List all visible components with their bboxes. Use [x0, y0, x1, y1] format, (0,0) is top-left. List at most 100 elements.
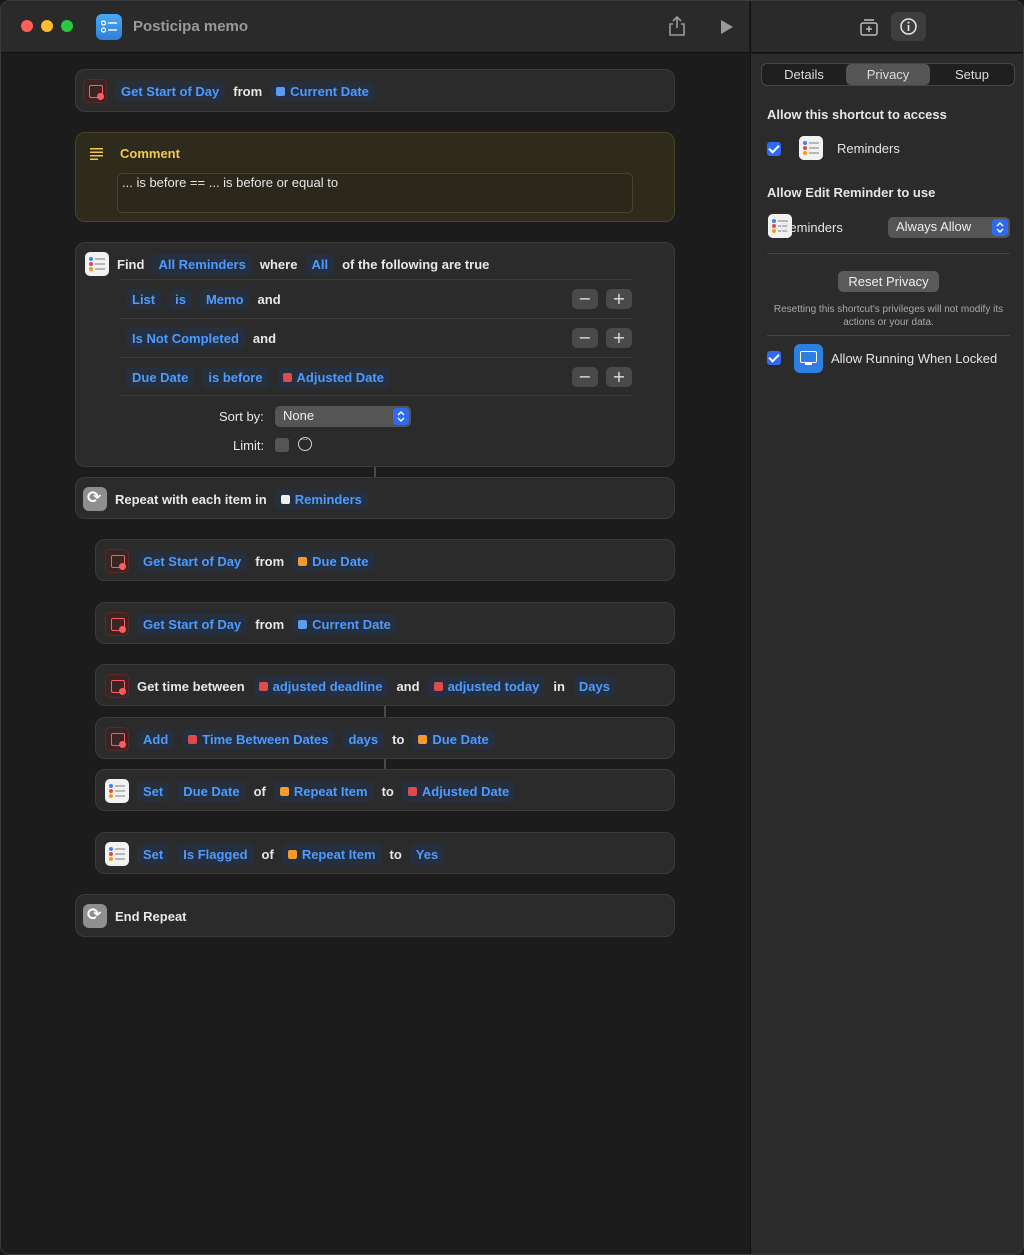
param-all-reminders[interactable]: All Reminders	[152, 253, 252, 275]
param-field[interactable]: Is Flagged	[177, 843, 254, 865]
variable-reminders[interactable]: Reminders	[274, 488, 368, 510]
reminders-icon	[799, 136, 823, 160]
zoom-window-button[interactable]	[61, 20, 73, 32]
inspector-tabs: Details Privacy Setup	[761, 63, 1015, 86]
shortcut-icon[interactable]	[96, 14, 122, 40]
variable-due-date[interactable]: Due Date	[292, 550, 375, 572]
filter-row-1: List is Memo and − +	[120, 279, 632, 318]
param-unit[interactable]: Days	[572, 675, 616, 697]
add-filter-button[interactable]: +	[606, 367, 632, 387]
flow-connector	[384, 706, 386, 717]
action-get-start-of-day[interactable]: Get Start of Day from Current Date	[75, 69, 675, 112]
repeat-item-variable-icon	[418, 734, 428, 744]
param-all[interactable]: All	[305, 253, 335, 275]
filter-operator[interactable]: is	[169, 288, 192, 310]
allow-locked-checkbox[interactable]	[767, 351, 781, 365]
reminders-icon	[105, 842, 129, 866]
variable-due-date[interactable]: Due Date	[412, 728, 495, 750]
calendar-icon	[105, 727, 129, 751]
tab-setup[interactable]: Setup	[930, 64, 1014, 85]
filter-field[interactable]: Due Date	[126, 366, 195, 388]
tab-details[interactable]: Details	[762, 64, 846, 85]
filter-operator[interactable]: is before	[202, 366, 269, 388]
remove-filter-button[interactable]: −	[572, 328, 598, 348]
share-icon[interactable]	[667, 15, 687, 42]
calendar-variable-icon	[298, 619, 308, 629]
limit-label: Limit:	[233, 438, 265, 453]
variable-current-date[interactable]: Current Date	[292, 613, 397, 635]
param-verb[interactable]: Get Start of Day	[115, 80, 226, 102]
remove-filter-button[interactable]: −	[572, 367, 598, 387]
time-between-label: Get time between	[137, 678, 245, 694]
inspector-panel: Details Privacy Setup Allow this shortcu…	[750, 54, 1023, 1254]
label-and: and	[396, 678, 420, 694]
tab-privacy[interactable]: Privacy	[846, 64, 930, 85]
filter-field[interactable]: Is Not Completed	[126, 327, 245, 349]
more-options-icon[interactable]	[298, 434, 312, 451]
action-get-start-of-day[interactable]: Get Start of Day from Current Date	[95, 602, 675, 644]
label-from: from	[233, 83, 263, 99]
param-verb[interactable]: Set	[137, 843, 170, 865]
filter-value[interactable]: Memo	[199, 288, 250, 310]
action-set-reminder-detail[interactable]: Set Is Flagged of Repeat Item to Yes	[95, 832, 675, 874]
end-repeat-label: End Repeat	[115, 908, 187, 924]
variable-repeat-item[interactable]: Repeat Item	[273, 780, 374, 802]
action-add-to-date[interactable]: Add Time Between Dates days to Due Date	[95, 717, 675, 759]
window-title[interactable]: Posticipa memo	[133, 18, 248, 35]
variable-adjusted-date[interactable]: Adjusted Date	[276, 366, 390, 388]
param-verb[interactable]: Add	[137, 728, 175, 750]
calendar-icon	[105, 549, 129, 573]
close-window-button[interactable]	[21, 20, 33, 32]
permission-popup[interactable]: Always Allow	[888, 217, 1010, 238]
action-end-repeat[interactable]: End Repeat	[75, 894, 675, 937]
variable-current-date[interactable]: Current Date	[270, 80, 375, 102]
comment-text[interactable]: ... is before == ... is before or equal …	[122, 175, 338, 190]
remove-filter-button[interactable]: −	[572, 289, 598, 309]
param-verb[interactable]: Set	[137, 780, 170, 802]
variable-label: Adjusted Date	[421, 783, 510, 799]
reminders-icon	[85, 252, 109, 276]
variable-adjusted-deadline[interactable]: adjusted deadline	[252, 675, 389, 697]
action-get-start-of-day[interactable]: Get Start of Day from Due Date	[95, 539, 675, 581]
comment-icon	[90, 147, 104, 165]
access-reminders-checkbox[interactable]	[767, 142, 781, 156]
add-filter-button[interactable]: +	[606, 289, 632, 309]
param-unit[interactable]: days	[342, 728, 385, 750]
add-filter-button[interactable]: +	[606, 328, 632, 348]
shortcut-window: Posticipa memo Get Start of Day from Cur…	[0, 0, 1024, 1255]
permission-value: Always Allow	[896, 219, 972, 234]
repeat-item-variable-icon	[279, 786, 289, 796]
calendar-variable-icon	[433, 681, 443, 691]
inspector-toolbar	[750, 1, 1023, 53]
action-library-icon[interactable]	[859, 17, 879, 42]
info-icon	[900, 18, 917, 35]
variable-repeat-item[interactable]: Repeat Item	[281, 843, 382, 865]
label-from: from	[255, 553, 285, 569]
param-value[interactable]: Yes	[409, 843, 445, 865]
action-set-reminder-detail[interactable]: Set Due Date of Repeat Item to Adjusted …	[95, 769, 675, 811]
minimize-window-button[interactable]	[41, 20, 53, 32]
variable-label: Current Date	[290, 83, 369, 99]
action-get-time-between[interactable]: Get time between adjusted deadline and a…	[95, 664, 675, 706]
limit-checkbox[interactable]	[275, 438, 289, 452]
info-button[interactable]	[891, 12, 926, 41]
action-repeat-each[interactable]: Repeat with each item in Reminders	[75, 477, 675, 519]
variable-adjusted-date[interactable]: Adjusted Date	[401, 780, 516, 802]
sort-label: Sort by:	[219, 409, 264, 424]
label-find: Find	[117, 256, 145, 272]
allow-locked-label: Allow Running When Locked	[831, 351, 998, 366]
sort-value: None	[283, 408, 315, 423]
label-from: from	[255, 616, 285, 632]
access-heading: Allow this shortcut to access	[767, 107, 947, 122]
param-verb[interactable]: Get Start of Day	[137, 550, 248, 572]
param-verb[interactable]: Get Start of Day	[137, 613, 248, 635]
variable-adjusted-today[interactable]: adjusted today	[427, 675, 546, 697]
run-icon[interactable]	[720, 19, 734, 40]
param-field[interactable]: Due Date	[177, 780, 246, 802]
filter-field[interactable]: List	[126, 288, 162, 310]
variable-time-between[interactable]: Time Between Dates	[182, 728, 335, 750]
label-where: where	[259, 256, 298, 272]
reset-privacy-button[interactable]: Reset Privacy	[838, 271, 939, 292]
access-app-label: Reminders	[837, 141, 900, 156]
sort-popup[interactable]: None	[275, 406, 411, 427]
